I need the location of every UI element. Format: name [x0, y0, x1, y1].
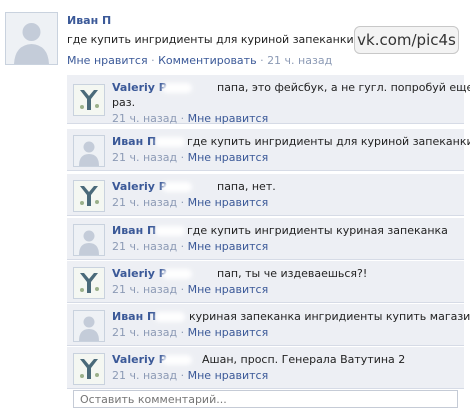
- comment-text: папа, это фейсбук, а не гугл. попробуй е…: [217, 81, 470, 94]
- watermark: vk.com/pic4s: [354, 26, 459, 54]
- comment: Иван П где купить ингридиенты для курино…: [67, 128, 470, 171]
- comment-like-link[interactable]: Мне нравится: [188, 283, 269, 296]
- redaction-blur: [162, 182, 192, 192]
- default-user-silhouette-icon[interactable]: [73, 310, 105, 342]
- comment-author[interactable]: Иван П: [112, 224, 156, 237]
- comment-text: где купить ингридиенты куриная запеканка: [187, 224, 448, 237]
- y-logo-icon[interactable]: [73, 180, 105, 212]
- post-actions: Мне нравится · Комментировать · 21 ч. на…: [67, 54, 332, 67]
- post-author[interactable]: Иван П: [67, 14, 111, 27]
- default-user-silhouette-icon[interactable]: [5, 12, 58, 65]
- comment-time: 21 ч. назад: [112, 240, 178, 253]
- comment-like-link[interactable]: Мне нравится: [188, 369, 269, 382]
- comment-time: 21 ч. назад: [112, 326, 178, 339]
- comment-text-cont: раз.: [112, 96, 136, 109]
- y-logo-icon[interactable]: [73, 267, 105, 299]
- comment-meta: 21 ч. назад · Мне нравится: [112, 369, 268, 382]
- comment-like-link[interactable]: Мне нравится: [188, 112, 269, 125]
- post-text: где купить ингридиенты для куриной запек…: [67, 33, 385, 46]
- comment-time: 21 ч. назад: [112, 151, 178, 164]
- separator: ·: [180, 240, 185, 253]
- separator: ·: [180, 326, 185, 339]
- comment-meta: 21 ч. назад · Мне нравится: [112, 151, 268, 164]
- redaction-blur: [162, 355, 192, 365]
- comment-author[interactable]: Valeriy P: [112, 353, 167, 366]
- comment-text: пап, ты че издеваешься?!: [217, 267, 368, 280]
- comment: Иван П куриная запеканка ингридиенты куп…: [67, 303, 470, 346]
- comment-text: Ашан, просп. Генерала Ватутина 2: [202, 353, 406, 366]
- comment: Valeriy P папа, это фейсбук, а не гугл. …: [67, 74, 470, 125]
- comment: Иван П где купить ингридиенты куриная за…: [67, 217, 464, 260]
- comment-meta: 21 ч. назад · Мне нравится: [112, 112, 268, 125]
- comment-like-link[interactable]: Мне нравится: [188, 326, 269, 339]
- separator: ·: [180, 112, 185, 125]
- default-user-silhouette-icon[interactable]: [73, 135, 105, 167]
- redaction-blur: [155, 137, 185, 147]
- comment-like-link[interactable]: Мне нравится: [188, 151, 269, 164]
- separator: ·: [180, 151, 185, 164]
- comment-like-link[interactable]: Мне нравится: [188, 196, 269, 209]
- y-logo-icon[interactable]: [73, 84, 105, 116]
- comment-like-link[interactable]: Мне нравится: [188, 240, 269, 253]
- comment: Valeriy P Ашан, просп. Генерала Ватутина…: [67, 346, 464, 389]
- comment: Valeriy P папа, нет. 21 ч. назад · Мне н…: [67, 173, 464, 216]
- comment-time: 21 ч. назад: [112, 283, 178, 296]
- comments-list: Valeriy P папа, это фейсбук, а не гугл. …: [67, 70, 470, 408]
- default-user-silhouette-icon[interactable]: [73, 224, 105, 256]
- redaction-blur: [155, 226, 185, 236]
- separator: ·: [180, 369, 185, 382]
- comment-meta: 21 ч. назад · Мне нравится: [112, 240, 268, 253]
- post-time: 21 ч. назад: [267, 54, 333, 67]
- comment-author[interactable]: Valeriy P: [112, 81, 167, 94]
- separator: ·: [180, 283, 185, 296]
- redaction-blur: [155, 312, 185, 322]
- comment-author[interactable]: Valeriy P: [112, 267, 167, 280]
- separator: ·: [260, 54, 264, 67]
- comment-input[interactable]: [73, 390, 458, 408]
- redaction-blur: [162, 269, 192, 279]
- redaction-blur: [162, 83, 192, 93]
- comment: Valeriy P пап, ты че издеваешься?! 21 ч.…: [67, 260, 464, 303]
- comment-text: папа, нет.: [217, 180, 276, 193]
- comment-text: куриная запеканка ингридиенты купить маг…: [189, 310, 470, 323]
- comment-time: 21 ч. назад: [112, 196, 178, 209]
- comment-meta: 21 ч. назад · Мне нравится: [112, 283, 268, 296]
- post-comment-link[interactable]: Комментировать: [158, 54, 256, 67]
- comment-text: где купить ингридиенты для куриной запек…: [187, 135, 470, 148]
- post-like-link[interactable]: Мне нравится: [67, 54, 148, 67]
- post: Иван П где купить ингридиенты для курино…: [0, 0, 470, 70]
- separator: ·: [151, 54, 155, 67]
- comment-author[interactable]: Иван П: [112, 310, 156, 323]
- y-logo-icon[interactable]: [73, 353, 105, 385]
- comment-time: 21 ч. назад: [112, 369, 178, 382]
- separator: ·: [180, 196, 185, 209]
- comment-time: 21 ч. назад: [112, 112, 178, 125]
- comment-meta: 21 ч. назад · Мне нравится: [112, 196, 268, 209]
- comment-author[interactable]: Иван П: [112, 135, 156, 148]
- comment-meta: 21 ч. назад · Мне нравится: [112, 326, 268, 339]
- comment-author[interactable]: Valeriy P: [112, 180, 167, 193]
